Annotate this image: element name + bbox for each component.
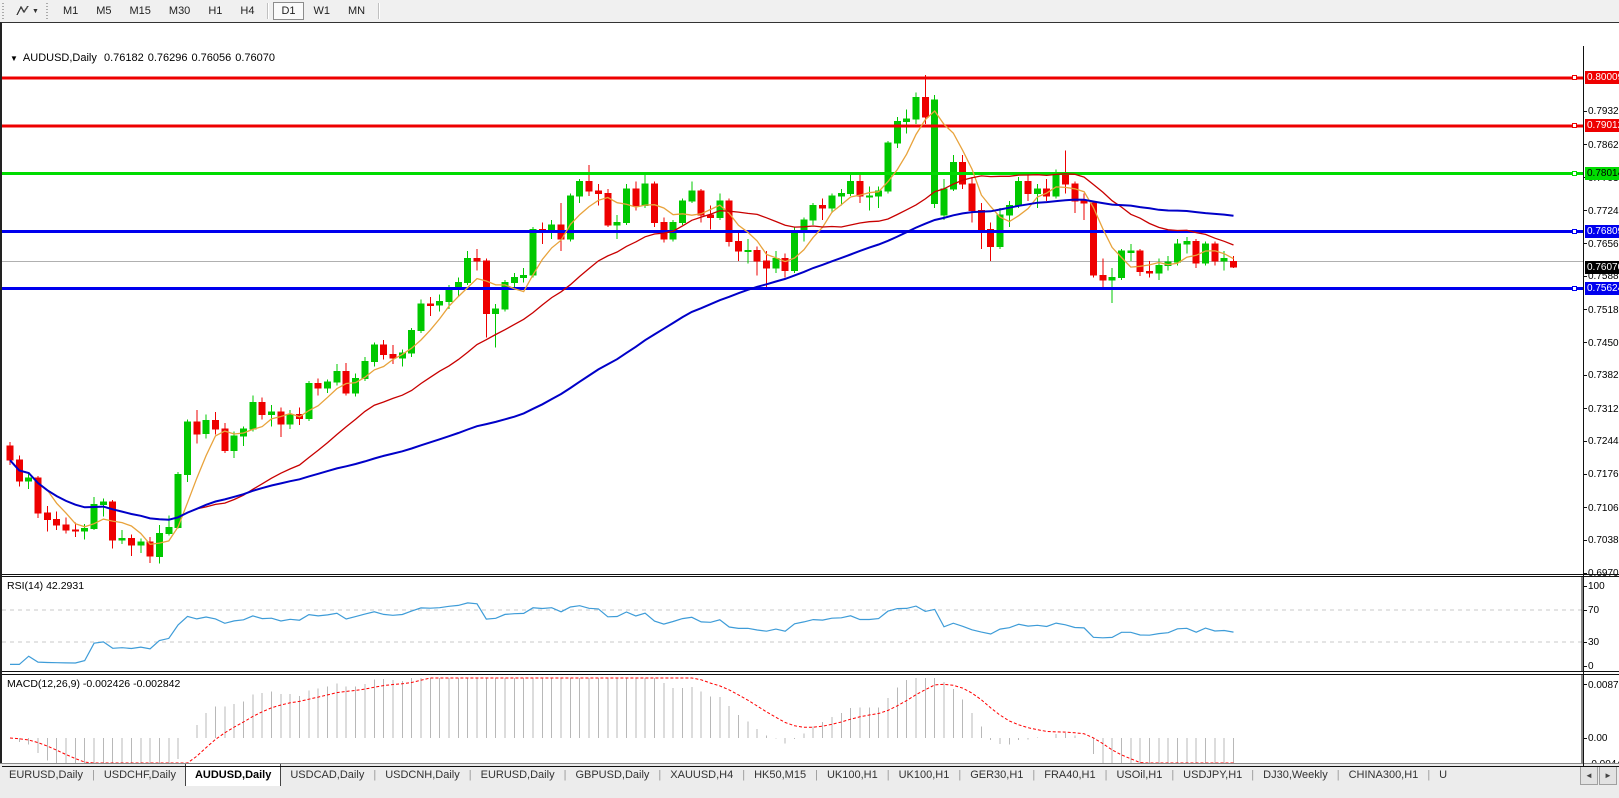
chart-symbol: AUDUSD,Daily (23, 52, 97, 64)
ohlc-open: 0.76182 (104, 52, 144, 64)
chart-tab-usdchf-daily[interactable]: USDCHF,Daily (95, 765, 185, 786)
chart-tab-bar: EURUSD,Daily|USDCHF,DailyAUDUSD,DailyUSD… (0, 763, 1619, 798)
timeframe-h4[interactable]: H4 (232, 2, 262, 20)
hline-endpoint-marker[interactable] (1572, 75, 1577, 80)
price-axis-line (1583, 46, 1584, 767)
collapse-triangle-icon[interactable]: ▼ (10, 54, 18, 63)
chart-tab-eurusd-daily[interactable]: EURUSD,Daily (0, 765, 92, 786)
hline-endpoint-marker[interactable] (1572, 286, 1577, 291)
rsi-tick-label: 100 (1588, 581, 1619, 592)
hline-price-badge: 0.78014 (1585, 167, 1619, 180)
price-tick-label: 0.73120 (1588, 404, 1619, 415)
price-tick-label: 0.79320 (1588, 106, 1619, 117)
dropdown-arrow-icon[interactable]: ▼ (32, 8, 39, 15)
chart-tab-uk100-h1[interactable]: UK100,H1 (890, 765, 959, 786)
panel-separator4[interactable] (2, 674, 1619, 675)
timeframe-m5[interactable]: M5 (88, 2, 119, 20)
chart-tab-usdcnh-daily[interactable]: USDCNH,Daily (376, 765, 469, 786)
toolbar-grip2[interactable] (46, 3, 51, 19)
macd-tick-label: 0.008782 (1588, 680, 1619, 691)
price-tick-label: 0.71760 (1588, 469, 1619, 480)
price-tick-label: 0.73820 (1588, 370, 1619, 381)
draw-tool-icon (15, 4, 30, 18)
price-tick-label: 0.74500 (1588, 338, 1619, 349)
chart-tab-ger30-h1[interactable]: GER30,H1 (961, 765, 1032, 786)
rsi-tick-label: 30 (1588, 637, 1619, 648)
chart-tab-audusd-daily[interactable]: AUDUSD,Daily (185, 764, 281, 786)
hline-endpoint-marker[interactable] (1572, 123, 1577, 128)
chart-tab-usoil-h1[interactable]: USOil,H1 (1107, 765, 1171, 786)
ohlc-high: 0.76296 (148, 52, 188, 64)
draw-tool-button[interactable]: ▼ (11, 2, 43, 20)
timeframe-m1[interactable]: M1 (55, 2, 86, 20)
hline-endpoint-marker[interactable] (1572, 171, 1577, 176)
price-tick-label: 0.78620 (1588, 140, 1619, 151)
tab-scroll-arrows: ◄ ► (1579, 764, 1619, 786)
panel-separator5 (2, 766, 1619, 767)
price-chart-canvas[interactable] (2, 46, 1583, 575)
chart-tab-hk50-m15[interactable]: HK50,M15 (745, 765, 815, 786)
chart-tab-gbpusd-daily[interactable]: GBPUSD,Daily (566, 765, 658, 786)
hline-endpoint-marker[interactable] (1572, 229, 1577, 234)
toolbar-separator (267, 3, 268, 19)
chart-tab-usdjpy-h1[interactable]: USDJPY,H1 (1174, 765, 1251, 786)
timeframe-d1[interactable]: D1 (273, 2, 303, 20)
macd-label: MACD(12,26,9) -0.002426 -0.002842 (7, 678, 180, 690)
macd-tick-label: 0.00 (1588, 733, 1619, 744)
hline-price-badge: 0.75624 (1585, 282, 1619, 295)
panel-separator2[interactable] (2, 576, 1619, 577)
toolbar-grip[interactable] (2, 3, 7, 19)
rsi-label: RSI(14) 42.2931 (7, 580, 84, 592)
timeframe-h1[interactable]: H1 (200, 2, 230, 20)
timeframe-mn[interactable]: MN (340, 2, 373, 20)
chart-tabs: EURUSD,Daily|USDCHF,DailyAUDUSD,DailyUSD… (0, 764, 1579, 786)
timeframe-buttons: M1M5M15M30H1H4 D1W1MN (54, 2, 374, 20)
price-tick-label: 0.70380 (1588, 535, 1619, 546)
rsi-tick-label: 70 (1588, 605, 1619, 616)
hline-price-badge: 0.76809 (1585, 225, 1619, 238)
chart-tab-usdcad-daily[interactable]: USDCAD,Daily (281, 765, 373, 786)
panel-separator3[interactable] (2, 671, 1619, 672)
price-tick-label: 0.71060 (1588, 503, 1619, 514)
panel-separator[interactable] (2, 574, 1619, 575)
price-tick-label: 0.77240 (1588, 206, 1619, 217)
price-tick-label: 0.75180 (1588, 305, 1619, 316)
hline-price-badge: 0.80009 (1585, 71, 1619, 84)
chart-window: ▼ AUDUSD,Daily 0.76182 0.762960.76056 0.760… (0, 22, 1619, 763)
chart-tab-china300-h1[interactable]: CHINA300,H1 (1340, 765, 1428, 786)
ohlc-low: 0.76056 (191, 52, 231, 64)
timeframe-toolbar: ▼ M1M5M15M30H1H4 D1W1MN (0, 0, 1619, 22)
toolbar-separator (378, 3, 379, 19)
chart-tab-eurusd-daily[interactable]: EURUSD,Daily (472, 765, 564, 786)
tab-scroll-left-button[interactable]: ◄ (1580, 766, 1598, 785)
hline-price-badge: 0.79012 (1585, 119, 1619, 132)
chart-tab-uk100-h1[interactable]: UK100,H1 (818, 765, 887, 786)
timeframe-m15[interactable]: M15 (122, 2, 159, 20)
timeframe-m30[interactable]: M30 (161, 2, 198, 20)
price-tick-label: 0.72440 (1588, 436, 1619, 447)
rsi-canvas[interactable] (2, 577, 1583, 671)
price-tick-label: 0.76560 (1588, 239, 1619, 250)
timeframe-w1[interactable]: W1 (306, 2, 339, 20)
mt4-window: ▼ M1M5M15M30H1H4 D1W1MN ▼ AUDUSD,Daily 0.7… (0, 0, 1619, 798)
current-price-badge: 0.76070 (1585, 261, 1619, 274)
chart-tab-u[interactable]: U (1430, 765, 1456, 786)
chart-tab-fra40-h1[interactable]: FRA40,H1 (1035, 765, 1104, 786)
chart-tab-dj30-weekly[interactable]: DJ30,Weekly (1254, 765, 1337, 786)
tab-scroll-right-button[interactable]: ► (1599, 766, 1617, 785)
macd-canvas[interactable] (2, 675, 1583, 766)
chart-title: ▼ AUDUSD,Daily 0.76182 0.762960.76056 0.760… (10, 52, 279, 64)
ohlc-close: 0.76070 (235, 52, 275, 64)
chart-tab-xauusd-h4[interactable]: XAUUSD,H4 (661, 765, 742, 786)
